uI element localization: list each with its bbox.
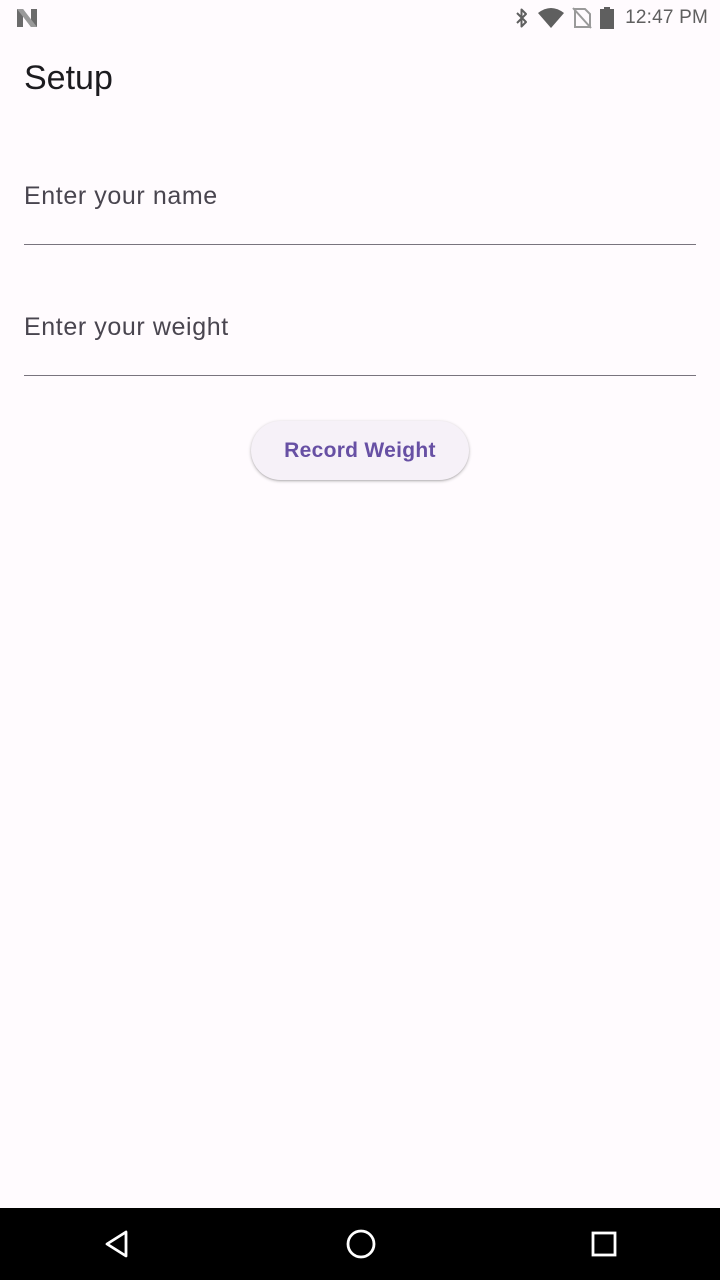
- record-weight-button[interactable]: Record Weight: [251, 421, 469, 480]
- notification-n-icon: [14, 6, 40, 30]
- navigation-bar: [0, 1208, 720, 1280]
- bluetooth-icon: [513, 6, 531, 30]
- page-title: Setup: [24, 59, 113, 97]
- back-icon[interactable]: [97, 1224, 137, 1264]
- status-time: 12:47 PM: [625, 7, 708, 28]
- name-input[interactable]: [24, 173, 696, 219]
- wifi-icon: [537, 6, 565, 30]
- battery-icon: [599, 6, 615, 30]
- no-sim-icon: [571, 6, 593, 30]
- weight-input[interactable]: [24, 304, 696, 350]
- weight-field: [24, 304, 696, 376]
- status-icons: 12:47 PM: [513, 0, 708, 36]
- home-icon[interactable]: [341, 1224, 381, 1264]
- name-field: [24, 173, 696, 245]
- recents-icon[interactable]: [584, 1224, 624, 1264]
- status-bar: 12:47 PM: [0, 0, 720, 36]
